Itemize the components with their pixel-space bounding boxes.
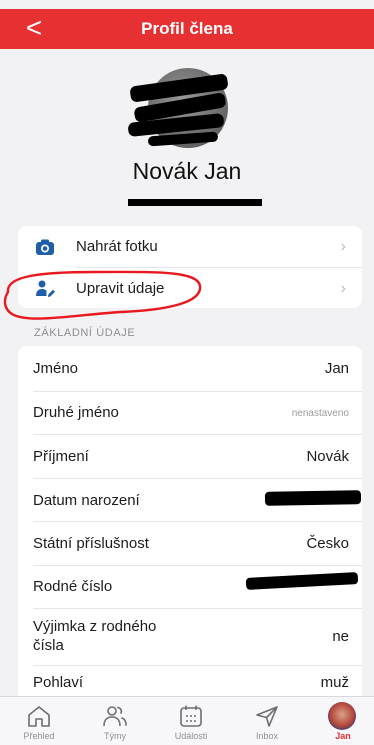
redaction	[264, 490, 362, 506]
detail-label: Datum narození	[33, 492, 140, 509]
tab-profile[interactable]: Jan	[313, 697, 373, 745]
detail-value: Česko	[306, 535, 349, 552]
avatar	[328, 702, 356, 730]
detail-label: Rodné číslo	[33, 578, 113, 595]
detail-row-surname: Příjmení Novák	[18, 435, 362, 478]
detail-value: Jan	[324, 360, 349, 377]
team-icon	[103, 706, 127, 727]
edit-details-row[interactable]: Upravit údaje ›	[18, 268, 362, 309]
detail-label: Pohlaví	[33, 674, 84, 691]
tab-bar: Přehled Týmy Události Inbox Jan	[0, 696, 374, 745]
redaction	[128, 199, 262, 206]
tab-label: Jan	[335, 731, 351, 741]
detail-value: nenastaveno	[291, 408, 349, 419]
chevron-right-icon: ›	[340, 280, 346, 297]
tab-label: Inbox	[255, 731, 279, 741]
detail-label: Státní příslušnost	[33, 535, 149, 552]
upload-photo-row[interactable]: Nahrát fotku ›	[18, 226, 362, 267]
detail-row-middle-name: Druhé jméno nenastaveno	[18, 392, 362, 433]
detail-row-id-exception: Výjimka z rodného čísla ne	[18, 609, 362, 664]
tab-events[interactable]: Události	[161, 697, 221, 745]
top-bar: < Profil člena	[0, 9, 374, 49]
detail-row-first-name: Jméno Jan	[18, 346, 362, 391]
actions-card: Nahrát fotku › Upravit údaje ›	[18, 226, 362, 308]
tab-label: Události	[174, 731, 208, 741]
tab-teams[interactable]: Týmy	[85, 697, 145, 745]
user-edit-icon	[36, 280, 55, 297]
section-header: ZÁKLADNÍ ÚDAJE	[34, 327, 136, 339]
profile-photo	[127, 68, 229, 148]
calendar-icon	[180, 705, 202, 727]
detail-value: Novák	[306, 448, 349, 465]
tab-overview[interactable]: Přehled	[9, 697, 69, 745]
detail-label: Jméno	[33, 360, 79, 377]
home-icon	[28, 706, 50, 727]
chevron-right-icon: ›	[340, 238, 346, 255]
detail-value: ne	[332, 628, 349, 645]
redaction	[245, 572, 359, 590]
profile-name: Novák Jan	[132, 158, 242, 184]
send-icon	[256, 706, 278, 727]
detail-label: Příjmení	[33, 448, 89, 465]
detail-row-gender: Pohlaví muž	[18, 666, 362, 696]
detail-row-personal-id: Rodné číslo	[18, 566, 362, 607]
detail-label: Výjimka z rodného čísla	[33, 618, 157, 654]
tab-label: Týmy	[104, 731, 126, 741]
camera-icon	[36, 239, 54, 255]
detail-label: Druhé jméno	[33, 404, 119, 421]
tab-label: Přehled	[23, 731, 55, 741]
edit-details-label: Upravit údaje	[76, 280, 165, 297]
detail-row-nationality: Státní příslušnost Česko	[18, 522, 362, 565]
upload-photo-label: Nahrát fotku	[76, 238, 158, 255]
page-title: Profil člena	[141, 19, 233, 38]
detail-row-birth-date: Datum narození	[18, 479, 362, 521]
basic-details-card: Jméno Jan Druhé jméno nenastaveno Příjme…	[18, 346, 362, 696]
detail-value: muž	[320, 674, 349, 691]
tab-inbox[interactable]: Inbox	[237, 697, 297, 745]
